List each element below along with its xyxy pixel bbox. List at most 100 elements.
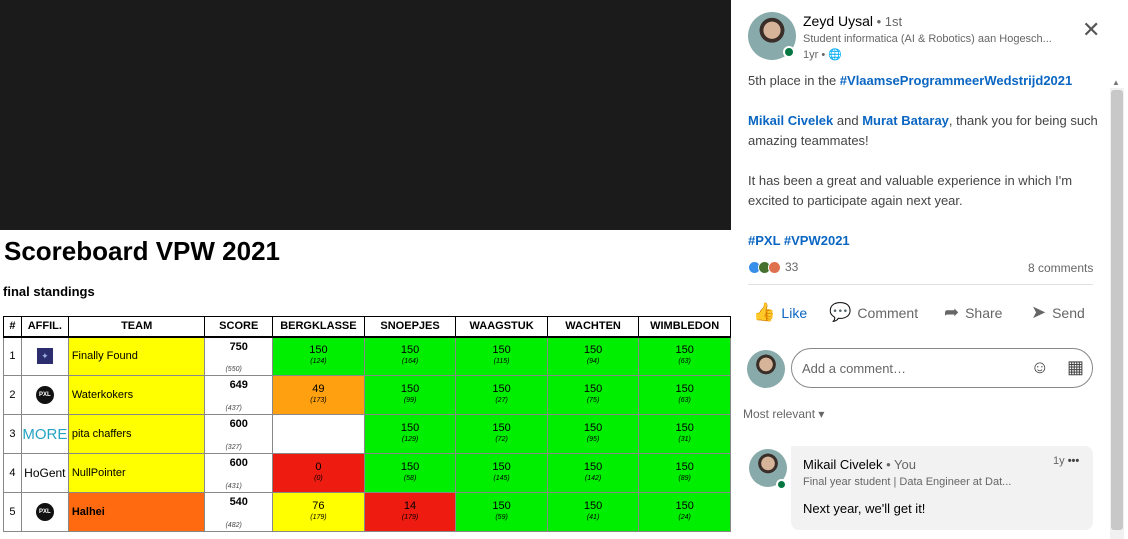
comment-button[interactable]: 💬 Comment (829, 302, 918, 323)
problem-score: 150 (583, 383, 603, 395)
problem-time: (95) (586, 436, 600, 443)
team-cell: Waterkokers (67, 375, 206, 415)
problem-time: (142) (584, 475, 602, 482)
problem-cell: 150 (58) (363, 453, 457, 493)
emoji-icon[interactable]: ☺ (1031, 357, 1049, 378)
problem-time: (173) (310, 397, 327, 404)
star-logo-icon: ✦ (36, 348, 53, 365)
scroll-up-icon[interactable]: ▲ (1112, 78, 1120, 87)
more-logo-icon: MORE (22, 425, 68, 443)
commenter-name-text[interactable]: Mikail Civelek (803, 457, 882, 472)
author-name[interactable]: Zeyd Uysal • 1st (803, 13, 902, 29)
my-avatar[interactable] (747, 350, 785, 388)
send-icon: ➤ (1031, 302, 1047, 322)
share-button[interactable]: ➦ Share (944, 302, 1002, 323)
like-label: Like (781, 304, 808, 321)
rank-cell: 1 (3, 336, 22, 376)
problem-cell: 0 (0) (272, 453, 365, 493)
image-icon[interactable]: ▦ (1067, 357, 1084, 378)
scoreboard-subtitle: final standings (3, 284, 95, 299)
rank-cell: 3 (3, 414, 22, 454)
score-cell: 649 (437) (204, 375, 274, 415)
score-cell: 750 (550) (204, 336, 274, 376)
mention-link[interactable]: Mikail Civelek (748, 113, 833, 128)
close-icon[interactable]: ✕ (1082, 19, 1100, 41)
scoreboard-table: # AFFIL. TEAM SCORE BERGKLASSE SNOEPJES WAAGST… (3, 316, 731, 532)
sort-dropdown[interactable]: Most relevant ▾ (743, 407, 824, 421)
post-timestamp: 1yr • 🌐 (803, 48, 842, 61)
problem-time: (145) (493, 475, 510, 482)
commenter-name[interactable]: Mikail Civelek • You (803, 457, 916, 472)
problem-cell: 49 (173) (272, 375, 365, 415)
problem-score: 150 (492, 344, 511, 357)
problem-cell: 150 (27) (455, 375, 548, 415)
hogent-logo-icon: HoGent (24, 466, 66, 480)
score-cell: 600 (327) (204, 414, 274, 454)
problem-score: 150 (492, 500, 511, 512)
problem-cell: 150 (95) (546, 414, 640, 454)
problem-cell: 150 (63) (638, 336, 731, 376)
score-value: 649 (229, 379, 248, 391)
problem-time: (72) (495, 436, 508, 443)
column-header: WIMBLEDON (638, 316, 731, 338)
hashtag-link[interactable]: #VlaamseProgrammeerWedstrijd2021 (840, 73, 1072, 88)
like-icon: 👍 (753, 302, 776, 322)
problem-score: 49 (312, 383, 325, 395)
problem-cell: 150 (31) (638, 414, 731, 454)
comment-placeholder: Add a comment… (802, 360, 907, 376)
hashtags[interactable]: #PXL #VPW2021 (748, 231, 850, 251)
problem-score: 150 (492, 461, 511, 473)
score-value: 600 (229, 457, 248, 469)
comment-text: Next year, we'll get it! (803, 501, 926, 516)
table-row: 5 PXL Halhei 540 (482) 76 (179) 14 (179) 150 (59) 1… (3, 492, 731, 532)
table-row: 4 HoGent NullPointer 600 (431) 0 (0) 150 (58) 150… (3, 453, 731, 493)
affiliation-cell: ✦ (20, 336, 69, 376)
problem-score: 150 (675, 383, 694, 395)
like-button[interactable]: 👍 Like (753, 302, 807, 323)
score-value: 750 (229, 340, 248, 353)
problem-score: 150 (583, 461, 603, 473)
team-cell: Halhei (67, 492, 206, 532)
problem-cell: 150 (59) (455, 492, 548, 532)
affiliation-cell: PXL (20, 375, 69, 415)
rank-cell: 2 (3, 375, 22, 415)
problem-time: (179) (310, 514, 327, 521)
comments-count[interactable]: 8 comments (1028, 261, 1093, 275)
problem-time: (129) (401, 436, 419, 443)
more-icon[interactable]: ••• (1068, 455, 1080, 467)
column-header: SCORE (204, 316, 274, 338)
problem-cell: 150 (99) (363, 375, 457, 415)
comment-label: Comment (857, 304, 919, 321)
post-line-1: 5th place in the #VlaamseProgrammeerWeds… (748, 71, 1072, 91)
column-header: # (3, 316, 22, 338)
problem-score: 14 (403, 500, 417, 512)
score-value: 540 (229, 496, 248, 508)
rank-cell: 4 (3, 453, 22, 493)
problem-time: (41) (586, 514, 600, 521)
scrollbar-thumb[interactable] (1111, 90, 1123, 530)
column-header: BERGKLASSE (272, 316, 365, 338)
comment-input[interactable]: Add a comment… ☺ ▦ (791, 348, 1093, 388)
problem-cell: 150 (41) (546, 492, 640, 532)
problem-time: (94) (586, 358, 600, 366)
problem-time: (58) (403, 475, 417, 482)
problem-time: (24) (678, 514, 691, 521)
reactions[interactable]: 33 (748, 260, 798, 274)
problem-time: (31) (678, 436, 691, 443)
affiliation-cell: MORE (20, 414, 69, 454)
author-name-text[interactable]: Zeyd Uysal (803, 13, 873, 29)
problem-time: (164) (401, 358, 419, 366)
column-header: TEAM (67, 316, 206, 338)
post-image[interactable]: Scoreboard VPW 2021 final standings # AFF… (0, 0, 731, 539)
globe-icon: 🌐 (828, 49, 842, 61)
commenter-headline: Final year student | Data Engineer at Da… (803, 476, 1012, 488)
score-time: (327) (225, 444, 242, 451)
problem-time: (99) (403, 397, 417, 404)
problem-score: 76 (312, 500, 325, 512)
score-time: (437) (225, 405, 242, 412)
problem-cell: 150 (164) (363, 336, 457, 376)
send-button[interactable]: ➤ Send (1031, 302, 1085, 323)
share-icon: ➦ (944, 302, 960, 322)
mention-link[interactable]: Murat Bataray (862, 113, 949, 128)
column-header: WACHTEN (546, 316, 640, 338)
